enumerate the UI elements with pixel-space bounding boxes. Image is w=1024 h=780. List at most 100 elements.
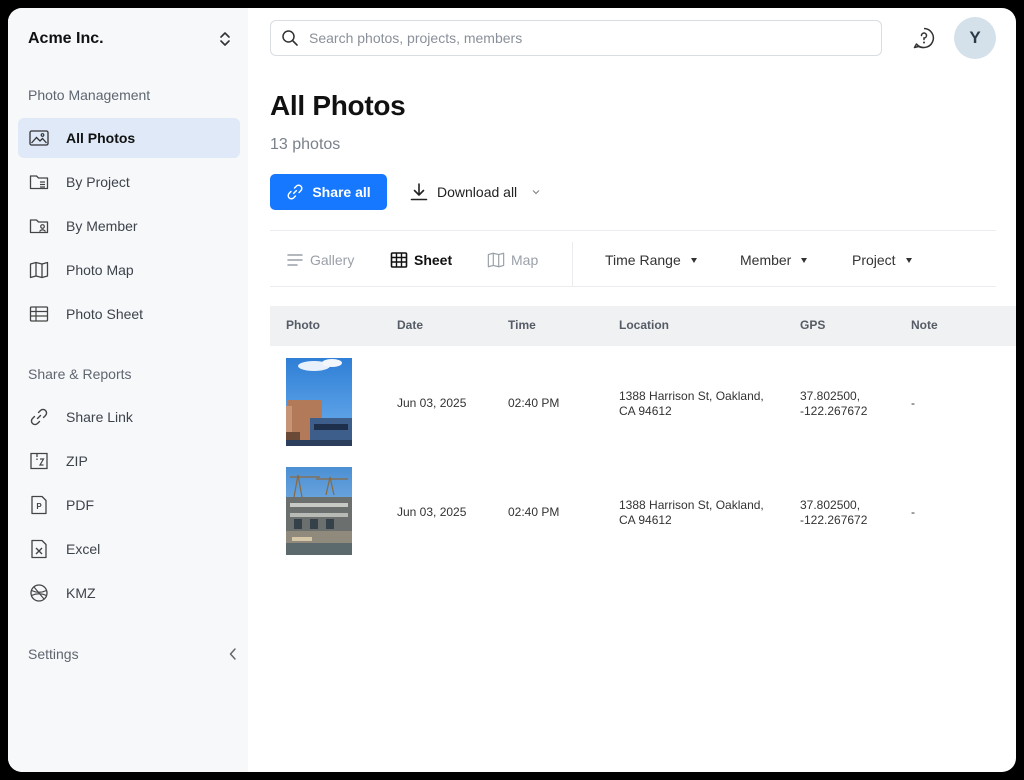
sidebar-item-share-link[interactable]: Share Link: [18, 397, 240, 437]
sidebar-item-by-member[interactable]: By Member: [18, 206, 240, 246]
tab-label: Gallery: [310, 252, 355, 268]
link-icon: [287, 184, 303, 200]
sidebar-item-label: Excel: [66, 541, 101, 557]
folder-list-icon: [28, 171, 50, 193]
map-icon: [487, 252, 505, 268]
gps-line: 37.802500,: [800, 498, 861, 512]
sidebar-item-excel[interactable]: Excel: [18, 529, 240, 569]
org-switcher[interactable]: Acme Inc.: [28, 26, 232, 52]
sidebar-item-photo-sheet[interactable]: Photo Sheet: [18, 294, 240, 334]
photo-thumbnail[interactable]: [286, 358, 352, 446]
settings-row[interactable]: Settings: [28, 644, 238, 664]
divider: [270, 286, 996, 287]
help-chat-button[interactable]: [910, 24, 938, 52]
sidebar-item-by-project[interactable]: By Project: [18, 162, 240, 202]
cell-gps: 37.802500, -122.267672: [800, 498, 867, 528]
location-line: CA 94612: [619, 513, 672, 527]
gps-line: -122.267672: [800, 404, 868, 418]
zip-file-icon: [28, 450, 50, 472]
link-icon: [28, 406, 50, 428]
cell-location: 1388 Harrison St, Oakland, CA 94612: [619, 389, 764, 419]
sidebar-item-label: By Member: [66, 218, 138, 234]
app-window: Acme Inc. Photo Management All Photos By…: [8, 8, 1016, 772]
search-input[interactable]: [307, 29, 881, 47]
table-header: Photo Date Time Location GPS Note: [270, 306, 1016, 346]
filter-label: Time Range: [605, 252, 681, 268]
search-icon: [282, 30, 298, 46]
filter-project[interactable]: Project: [852, 250, 912, 270]
divider: [270, 230, 996, 231]
tab-label: Map: [511, 252, 539, 268]
search-bar[interactable]: [270, 20, 882, 56]
tab-gallery[interactable]: Gallery: [286, 250, 354, 270]
sidebar-item-label: PDF: [66, 497, 94, 513]
chevron-down-icon[interactable]: [531, 187, 541, 197]
chevron-left-icon[interactable]: [228, 647, 238, 661]
list-icon: [287, 254, 303, 266]
column-header[interactable]: Photo: [286, 318, 320, 332]
cell-note: -: [911, 505, 915, 519]
image-icon: [28, 127, 50, 149]
caret-down-icon: [801, 257, 808, 263]
tab-map[interactable]: Map: [487, 250, 538, 270]
divider: [572, 242, 573, 286]
tab-sheet[interactable]: Sheet: [390, 250, 452, 270]
sidebar-item-label: All Photos: [66, 130, 136, 146]
sidebar-item-photo-map[interactable]: Photo Map: [18, 250, 240, 290]
cell-time: 02:40 PM: [508, 396, 560, 410]
page-title: All Photos: [270, 90, 406, 121]
filter-member[interactable]: Member: [740, 250, 808, 270]
column-header[interactable]: Date: [397, 318, 423, 332]
excel-file-icon: [28, 538, 50, 560]
sidebar-item-label: Photo Sheet: [66, 306, 144, 322]
photo-thumbnail[interactable]: [286, 467, 352, 555]
globe-icon: [28, 582, 50, 604]
help-chat-icon: [913, 27, 935, 49]
cell-time: 02:40 PM: [508, 505, 560, 519]
org-name: Acme Inc.: [28, 30, 104, 47]
pdf-file-icon: P: [28, 494, 50, 516]
location-line: CA 94612: [619, 404, 672, 418]
column-header[interactable]: Location: [619, 318, 669, 332]
chevron-up-down-icon: [220, 32, 230, 46]
cell-gps: 37.802500, -122.267672: [800, 389, 867, 419]
grid-icon: [390, 252, 408, 268]
sidebar-item-zip[interactable]: ZIP: [18, 441, 240, 481]
sidebar-item-all-photos[interactable]: All Photos: [18, 118, 240, 158]
settings-label: Settings: [28, 646, 79, 662]
sidebar-item-label: ZIP: [66, 453, 88, 469]
sidebar: Acme Inc. Photo Management All Photos By…: [8, 8, 248, 772]
svg-text:P: P: [36, 502, 42, 511]
download-icon: [410, 183, 428, 201]
caret-down-icon: [905, 257, 912, 263]
share-all-label: Share all: [312, 184, 371, 200]
photo-count: 13 photos: [270, 136, 341, 153]
share-all-button[interactable]: Share all: [270, 174, 387, 210]
caret-down-icon: [690, 257, 697, 263]
download-all-label: Download all: [437, 184, 518, 200]
folder-user-icon: [28, 215, 50, 237]
cell-date: Jun 03, 2025: [397, 505, 467, 519]
sidebar-item-label: KMZ: [66, 585, 96, 601]
cell-location: 1388 Harrison St, Oakland, CA 94612: [619, 498, 764, 528]
section-title-photo-management: Photo Management: [28, 87, 151, 103]
sidebar-item-kmz[interactable]: KMZ: [18, 573, 240, 613]
column-header[interactable]: Time: [508, 318, 536, 332]
tab-label: Sheet: [414, 252, 453, 268]
filter-time-range[interactable]: Time Range: [605, 250, 697, 270]
sidebar-item-label: Share Link: [66, 409, 133, 425]
sidebar-item-pdf[interactable]: P PDF: [18, 485, 240, 525]
column-header[interactable]: GPS: [800, 318, 825, 332]
table-icon: [28, 303, 50, 325]
filter-label: Project: [852, 252, 896, 268]
sidebar-item-label: By Project: [66, 174, 130, 190]
filter-label: Member: [740, 252, 792, 268]
cell-note: -: [911, 396, 915, 410]
cell-date: Jun 03, 2025: [397, 396, 467, 410]
download-all-button[interactable]: Download all: [402, 174, 558, 210]
avatar[interactable]: Y: [954, 17, 996, 59]
gps-line: -122.267672: [800, 513, 868, 527]
column-header[interactable]: Note: [911, 318, 938, 332]
sidebar-item-label: Photo Map: [66, 262, 134, 278]
map-icon: [28, 259, 50, 281]
